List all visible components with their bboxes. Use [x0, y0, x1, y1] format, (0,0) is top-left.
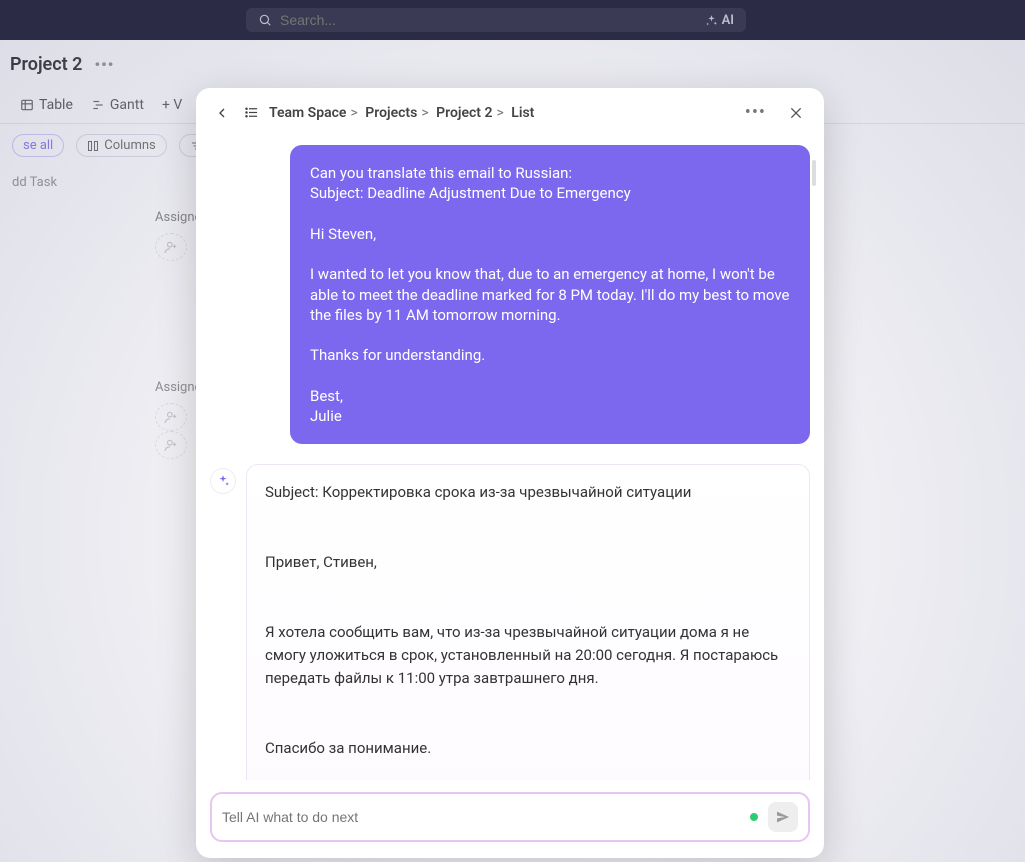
sparkle-icon	[216, 474, 230, 488]
breadcrumb: Team Space> Projects> Project 2> List	[269, 105, 534, 121]
send-button[interactable]	[768, 802, 798, 832]
ai-avatar	[210, 468, 236, 494]
modal-body: Can you translate this email to Russian:…	[196, 133, 824, 780]
breadcrumb-team-space[interactable]: Team Space	[269, 105, 346, 121]
chevron-left-icon	[214, 105, 230, 121]
breadcrumb-projects[interactable]: Projects	[365, 105, 417, 121]
ai-message: Subject: Корректировка срока из-за чрезв…	[246, 464, 810, 780]
close-button[interactable]	[782, 103, 810, 123]
search-icon	[258, 13, 272, 27]
modal-menu-button[interactable]: •••	[739, 98, 772, 127]
sparkle-icon	[705, 14, 718, 27]
breadcrumb-project2[interactable]: Project 2	[436, 105, 492, 121]
search-input[interactable]	[280, 12, 699, 28]
ai-search-button[interactable]: AI	[699, 13, 734, 28]
list-icon	[244, 105, 259, 120]
app-topbar: AI	[0, 0, 1025, 40]
ai-modal: Team Space> Projects> Project 2> List ••…	[196, 88, 824, 858]
back-button[interactable]	[210, 101, 234, 125]
user-message: Can you translate this email to Russian:…	[290, 145, 810, 444]
modal-header: Team Space> Projects> Project 2> List ••…	[196, 88, 824, 133]
prompt-box[interactable]	[210, 792, 810, 842]
close-icon	[788, 105, 804, 121]
modal-overlay: Team Space> Projects> Project 2> List ••…	[0, 40, 1025, 862]
breadcrumb-list[interactable]: List	[511, 105, 534, 121]
send-icon	[775, 809, 791, 825]
background-page: Project 2 ••• Table Gantt + V se all Col…	[0, 40, 1025, 862]
global-search[interactable]: AI	[246, 8, 746, 32]
ai-message-row: Subject: Корректировка срока из-за чрезв…	[210, 464, 810, 780]
status-indicator	[750, 813, 758, 821]
ai-label: AI	[722, 13, 734, 28]
modal-footer	[196, 780, 824, 858]
prompt-input[interactable]	[222, 809, 740, 825]
